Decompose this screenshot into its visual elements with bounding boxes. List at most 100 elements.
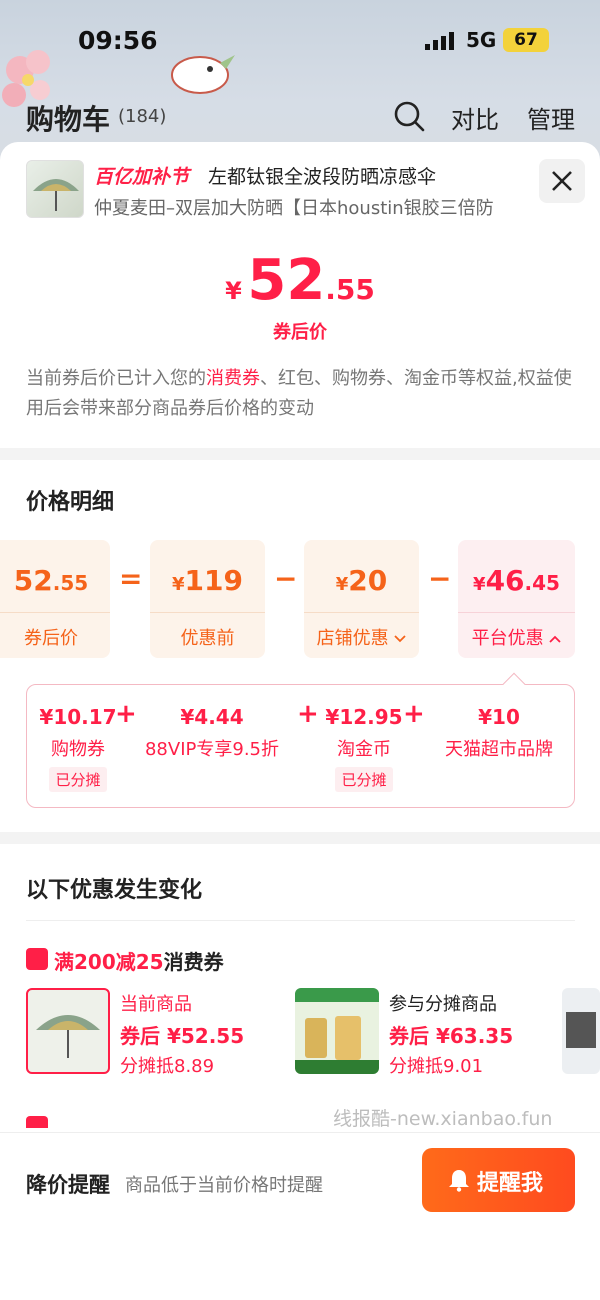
- item-offset: 分摊抵8.89: [120, 1056, 215, 1077]
- product-thumbnail: [26, 160, 84, 218]
- box-label: 优惠前: [180, 628, 235, 649]
- festival-badge: 百亿加补节: [94, 166, 190, 188]
- curtain-image-icon: [566, 1012, 596, 1048]
- plus-sign: +: [403, 699, 425, 729]
- note-highlight: 消费券: [206, 368, 260, 389]
- alert-description: 商品低于当前价格时提醒: [125, 1175, 323, 1196]
- box-label: 店铺优惠: [316, 628, 389, 649]
- detail-item-shopping-coupon: ¥10.17 购物券 已分摊: [33, 705, 123, 792]
- minus-sign: −: [428, 562, 452, 595]
- search-icon[interactable]: [393, 100, 425, 132]
- plus-sign: +: [115, 699, 137, 729]
- box-integer: 46: [485, 564, 525, 597]
- box-label-row: 平台优惠: [458, 624, 575, 650]
- network-type: 5G: [466, 28, 497, 52]
- final-price: ¥ 52.55: [0, 248, 600, 313]
- box-decimal: .45: [524, 571, 560, 595]
- app-bar: 购物车 (184) 对比 管理: [0, 92, 600, 142]
- box-currency: ¥: [473, 574, 486, 595]
- detail-value: ¥4.44: [180, 705, 244, 729]
- price-box-original: ¥119 优惠前: [150, 540, 265, 658]
- box-currency: ¥: [335, 574, 349, 595]
- umbrella-image-icon: [36, 1015, 100, 1058]
- watermark: 线报酷-new.xianbao.fun: [333, 1108, 553, 1130]
- status-bar: 09:56 5G 67: [0, 24, 600, 58]
- price-detail-sheet: 百亿加补节 左都钛银全波段防晒凉感伞 仲夏麦田–双层加大防晒【日本houstin…: [0, 142, 600, 1300]
- box-integer: 52: [13, 564, 53, 597]
- item-offset: 分摊抵9.01: [389, 1056, 484, 1077]
- coupon-amount: 满200减25: [54, 950, 164, 974]
- plus-sign: +: [297, 699, 319, 729]
- box-currency: ¥: [172, 574, 185, 595]
- detail-tag: 已分摊: [335, 767, 393, 792]
- product-name: 左都钛银全波段防晒凉感伞: [208, 166, 437, 188]
- box-label: 平台优惠: [471, 628, 544, 649]
- detail-item-88vip: ¥4.44 88VIP专享9.5折: [137, 705, 287, 761]
- umbrella-image-icon: [33, 179, 79, 211]
- chevron-down-icon: [394, 635, 406, 643]
- product-image: [562, 988, 600, 1074]
- divider-line: [26, 920, 575, 921]
- price-box-store-discount[interactable]: ¥20 店铺优惠: [304, 540, 419, 658]
- status-time: 09:56: [78, 26, 158, 55]
- detail-label: 淘金币: [337, 739, 391, 760]
- chevron-up-icon: [549, 635, 561, 643]
- price-note: 当前券后价已计入您的消费券、红包、购物券、淘金币等权益,权益使用后会带来部分商品…: [26, 364, 576, 424]
- divider: [0, 832, 600, 844]
- platform-discount-detail: ¥10.17 购物券 已分摊 + ¥4.44 88VIP专享9.5折 + ¥12…: [26, 672, 575, 808]
- alert-title: 降价提醒: [26, 1173, 110, 1197]
- coupon-type: 消费券: [163, 950, 224, 974]
- coupon-name: 满200减25消费券: [54, 946, 224, 975]
- box-label-row: 店铺优惠: [304, 624, 419, 650]
- box-label: 券后价: [24, 628, 78, 649]
- breakdown-title: 价格明细: [26, 490, 115, 515]
- box-integer: 119: [184, 564, 243, 597]
- partial-next-coupon: [26, 1116, 246, 1128]
- price-integer: 52: [247, 248, 326, 313]
- change-item-shared[interactable]: 参与分摊商品 券后 ¥63.35 分摊抵9.01: [295, 988, 550, 1078]
- equals-sign: =: [119, 562, 143, 595]
- item-price: 券后 ¥63.35: [389, 1024, 514, 1048]
- milk-powder-image-icon: [295, 988, 379, 1074]
- price-currency: ¥: [225, 277, 242, 305]
- detail-value: ¥12.95: [325, 705, 403, 729]
- signal-icon: [425, 32, 454, 50]
- item-title: 参与分摊商品: [389, 994, 497, 1015]
- cart-count: (184): [118, 106, 167, 127]
- product-variant: 仲夏麦田–双层加大防晒【日本houstin银胶三倍防: [94, 198, 494, 219]
- close-icon: [552, 171, 572, 191]
- detail-label: 购物券: [51, 739, 105, 760]
- detail-label: 天猫超市品牌: [445, 739, 553, 760]
- note-text-1: 当前券后价已计入您的: [26, 368, 206, 389]
- coupon-icon: [26, 948, 48, 970]
- price-box-final: 52.55 券后价: [0, 540, 110, 658]
- remind-me-label: 提醒我: [477, 1171, 544, 1196]
- detail-value: ¥10.17: [39, 705, 117, 729]
- remind-me-button[interactable]: 提醒我: [422, 1148, 575, 1212]
- item-title: 当前商品: [120, 994, 192, 1015]
- box-integer: 20: [348, 564, 388, 597]
- bell-icon: [449, 1170, 469, 1192]
- divider: [0, 448, 600, 460]
- detail-item-tmall-market: ¥10 天猫超市品牌: [429, 705, 569, 761]
- price-box-platform-discount[interactable]: ¥46.45 平台优惠: [458, 540, 575, 658]
- change-item-current[interactable]: 当前商品 券后 ¥52.55 分摊抵8.89: [26, 988, 276, 1078]
- detail-value: ¥10: [478, 705, 520, 729]
- manage-button[interactable]: 管理: [527, 100, 575, 135]
- minus-sign: −: [274, 562, 298, 595]
- price-decimal: .55: [325, 273, 375, 306]
- detail-label: 88VIP专享9.5折: [144, 739, 279, 760]
- product-image: [26, 988, 110, 1074]
- final-price-label: 券后价: [273, 322, 327, 343]
- detail-tag: 已分摊: [49, 767, 107, 792]
- detail-item-taojinbi: ¥12.95 淘金币 已分摊: [319, 705, 409, 792]
- compare-button[interactable]: 对比: [451, 100, 499, 135]
- change-item-partial[interactable]: [562, 988, 600, 1078]
- product-image: [295, 988, 379, 1074]
- box-decimal: .55: [52, 571, 89, 595]
- page-title: 购物车: [26, 103, 111, 136]
- close-button[interactable]: [539, 159, 585, 203]
- product-header: 百亿加补节 左都钛银全波段防晒凉感伞 仲夏麦田–双层加大防晒【日本houstin…: [26, 160, 576, 224]
- price-alert-bar: 降价提醒 商品低于当前价格时提醒 提醒我: [0, 1132, 600, 1300]
- changes-title: 以下优惠发生变化: [26, 878, 203, 903]
